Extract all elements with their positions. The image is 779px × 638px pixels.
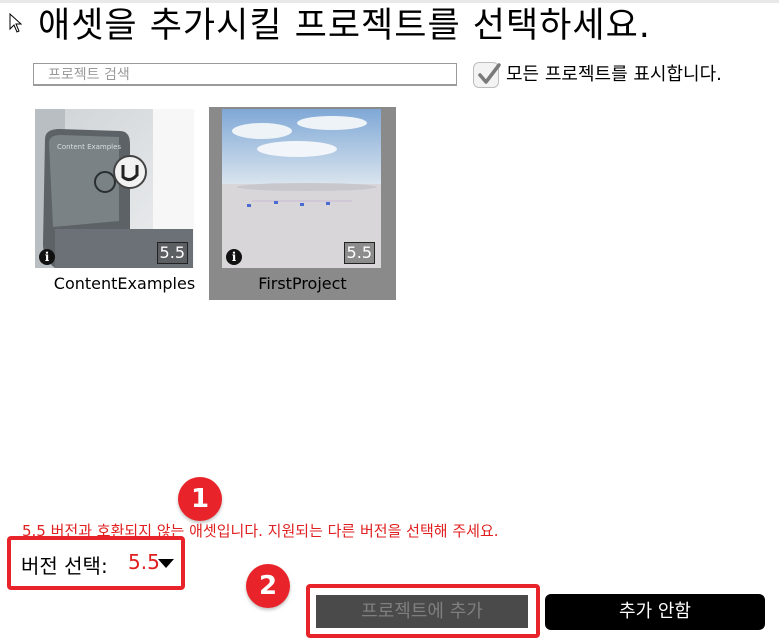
- engine-version-badge: 5.5: [156, 242, 188, 264]
- project-thumbnail: 5.5 i: [222, 109, 381, 268]
- project-thumbnail: Content Examples 5.5 i: [35, 109, 194, 268]
- info-icon[interactable]: i: [226, 249, 242, 265]
- project-tile-contentexamples[interactable]: Content Examples 5.5 i ContentExamples: [31, 107, 218, 300]
- thumbnail-caption: Content Examples: [57, 143, 121, 151]
- project-search-box[interactable]: [33, 63, 457, 86]
- annotation-badge-2: 2: [246, 564, 290, 608]
- project-tile-firstproject[interactable]: 5.5 i FirstProject: [209, 107, 396, 300]
- dropdown-arrow-icon[interactable]: [158, 559, 174, 568]
- version-select-value[interactable]: 5.5: [128, 550, 160, 574]
- checkmark-icon: [478, 63, 501, 84]
- show-all-checkbox[interactable]: [473, 62, 501, 88]
- show-all-label[interactable]: 모든 프로젝트를 표시합니다.: [506, 63, 722, 87]
- project-search-input[interactable]: [34, 65, 456, 85]
- cancel-button[interactable]: 추가 안함: [545, 594, 765, 630]
- engine-version-badge: 5.5: [343, 242, 375, 264]
- mouse-cursor-icon: [9, 13, 23, 33]
- add-to-project-button[interactable]: 프로젝트에 추가: [316, 595, 528, 628]
- window-top-border: [0, 0, 779, 3]
- info-icon[interactable]: i: [39, 249, 55, 265]
- project-name: ContentExamples: [53, 274, 196, 293]
- version-select-label: 버전 선택:: [21, 554, 108, 578]
- annotation-badge-1: 1: [178, 477, 222, 521]
- project-name: FirstProject: [258, 274, 347, 293]
- dialog-title: 애셋을 추가시킬 프로젝트를 선택하세요.: [38, 6, 651, 46]
